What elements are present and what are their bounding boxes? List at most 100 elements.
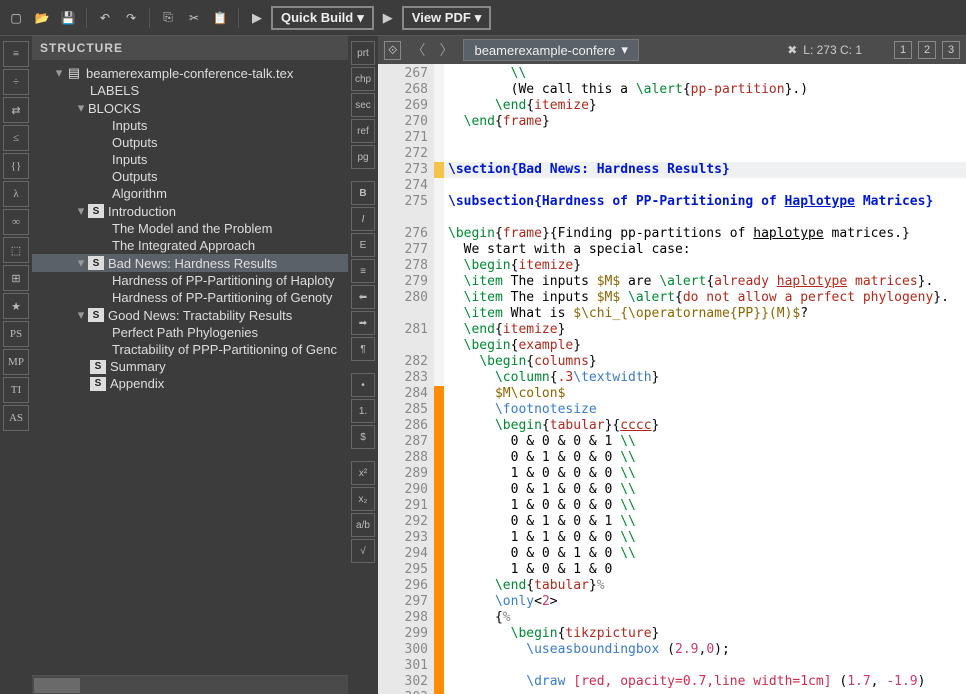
chevron-down-icon: ▾ <box>357 10 364 26</box>
chevron-down-icon: ▾ <box>621 42 628 58</box>
tool-button[interactable]: x² <box>351 461 375 485</box>
symbol-button[interactable]: ∞ <box>3 209 29 235</box>
tree-block-item[interactable]: Inputs <box>32 151 348 168</box>
symbol-button[interactable]: ÷ <box>3 69 29 95</box>
separator <box>238 8 239 28</box>
tool-button[interactable]: ➡ <box>351 311 375 335</box>
collapse-icon[interactable]: ▾ <box>74 255 88 271</box>
build-label: Quick Build <box>281 10 353 25</box>
nav-back-icon[interactable]: 〈 <box>407 40 429 60</box>
tool-button[interactable]: ref <box>351 119 375 143</box>
tool-button[interactable]: a/b <box>351 513 375 537</box>
tool-button[interactable]: ≡ <box>351 259 375 283</box>
tool-button[interactable]: pg <box>351 145 375 169</box>
tree-section[interactable]: SAppendix <box>32 375 348 392</box>
symbol-button[interactable]: ⊞ <box>3 265 29 291</box>
symbol-button[interactable]: AS <box>3 405 29 431</box>
undo-icon[interactable]: ↶ <box>93 6 117 30</box>
tool-button[interactable]: $ <box>351 425 375 449</box>
tree-label: beamerexample-conference-talk.tex <box>86 66 293 81</box>
tool-button[interactable]: E <box>351 233 375 257</box>
tree-section[interactable]: ▾SBad News: Hardness Results <box>32 254 348 272</box>
nav-forward-icon[interactable]: 〉 <box>435 40 457 60</box>
tool-button[interactable]: chp <box>351 67 375 91</box>
code-editor[interactable]: 2672682692702712722732742752762772782792… <box>378 64 966 694</box>
chevron-down-icon: ▾ <box>475 10 482 26</box>
tree-root[interactable]: ▾▤beamerexample-conference-talk.tex <box>32 64 348 82</box>
view-label: View PDF <box>412 10 471 25</box>
tree-blocks[interactable]: ▾BLOCKS <box>32 99 348 117</box>
collapse-icon[interactable]: ▾ <box>74 307 88 323</box>
tool-button[interactable]: x₂ <box>351 487 375 511</box>
symbol-button[interactable]: λ <box>3 181 29 207</box>
view-2-button[interactable]: 2 <box>918 41 936 59</box>
tree-section[interactable]: ▾SGood News: Tractability Results <box>32 306 348 324</box>
tree-block-item[interactable]: Inputs <box>32 117 348 134</box>
symbol-button[interactable]: ≡ <box>3 41 29 67</box>
editor-header: ⟐ 〈 〉 beamerexample-confere▾ ✖ L: 273 C:… <box>378 36 966 64</box>
tree-subsection[interactable]: Hardness of PP-Partitioning of Haploty <box>32 272 348 289</box>
change-marks-gutter <box>434 64 444 694</box>
scrollbar-thumb[interactable] <box>34 678 80 693</box>
tree-subsection[interactable]: Hardness of PP-Partitioning of Genoty <box>32 289 348 306</box>
collapse-icon[interactable]: ▾ <box>74 203 88 219</box>
symbol-button[interactable]: PS <box>3 321 29 347</box>
section-icon: S <box>90 377 106 391</box>
redo-icon[interactable]: ↷ <box>119 6 143 30</box>
open-file-icon[interactable]: 📂 <box>30 6 54 30</box>
tool-button[interactable]: I <box>351 207 375 231</box>
symbol-button[interactable]: MP <box>3 349 29 375</box>
new-file-icon[interactable]: ▢ <box>4 6 28 30</box>
tree-subsection[interactable]: The Model and the Problem <box>32 220 348 237</box>
symbol-button[interactable]: {} <box>3 153 29 179</box>
view-play-icon[interactable]: ▶ <box>376 6 400 30</box>
tree-section[interactable]: SSummary <box>32 358 348 375</box>
tree-block-item[interactable]: Outputs <box>32 168 348 185</box>
collapse-icon[interactable]: ▾ <box>74 100 88 116</box>
build-play-icon[interactable]: ▶ <box>245 6 269 30</box>
cut-icon[interactable]: ✂ <box>182 6 206 30</box>
tool-button[interactable]: √ <box>351 539 375 563</box>
symbol-button[interactable]: TI <box>3 377 29 403</box>
view-3-button[interactable]: 3 <box>942 41 960 59</box>
tree-block-item[interactable]: Algorithm <box>32 185 348 202</box>
tool-button[interactable]: 1. <box>351 399 375 423</box>
fold-gutter[interactable] <box>378 64 392 694</box>
tool-button[interactable]: • <box>351 373 375 397</box>
left-symbol-panel: ≡ ÷ ⇄ ≤ {} λ ∞ ⬚ ⊞ ★ PS MP TI AS <box>0 36 32 694</box>
view-combo[interactable]: View PDF ▾ <box>402 6 492 30</box>
tree-block-item[interactable]: Outputs <box>32 134 348 151</box>
tool-button[interactable]: ⬅ <box>351 285 375 309</box>
copy-icon[interactable]: ⎘ <box>156 6 180 30</box>
line-number-gutter: 2672682692702712722732742752762772782792… <box>392 64 434 694</box>
file-selector[interactable]: beamerexample-confere▾ <box>463 39 638 61</box>
tree-subsection[interactable]: Perfect Path Phylogenies <box>32 324 348 341</box>
symbol-button[interactable]: ≤ <box>3 125 29 151</box>
tool-button[interactable]: ¶ <box>351 337 375 361</box>
sync-icon[interactable]: ⟐ <box>384 41 401 60</box>
tool-button[interactable]: prt <box>351 41 375 65</box>
section-icon: S <box>88 256 104 270</box>
save-icon[interactable]: 💾 <box>56 6 80 30</box>
close-icon[interactable]: ✖ <box>787 43 797 57</box>
separator <box>86 8 87 28</box>
mid-tools-panel: prt chp sec ref pg B I E ≡ ⬅ ➡ ¶ • 1. $ … <box>348 36 378 694</box>
tool-button[interactable]: B <box>351 181 375 205</box>
tree-subsection[interactable]: Tractability of PPP-Partitioning of Genc <box>32 341 348 358</box>
tool-button[interactable]: sec <box>351 93 375 117</box>
tree-labels[interactable]: LABELS <box>32 82 348 99</box>
paste-icon[interactable]: 📋 <box>208 6 232 30</box>
tree-section[interactable]: ▾SIntroduction <box>32 202 348 220</box>
collapse-icon[interactable]: ▾ <box>52 65 66 81</box>
symbol-button[interactable]: ★ <box>3 293 29 319</box>
tree-subsection[interactable]: The Integrated Approach <box>32 237 348 254</box>
build-combo[interactable]: Quick Build ▾ <box>271 6 374 30</box>
section-icon: S <box>88 308 104 322</box>
code-content[interactable]: \\ (We call this a \alert{pp-partition}.… <box>444 64 966 694</box>
symbol-button[interactable]: ⇄ <box>3 97 29 123</box>
symbol-button[interactable]: ⬚ <box>3 237 29 263</box>
view-1-button[interactable]: 1 <box>894 41 912 59</box>
horizontal-scrollbar[interactable] <box>32 675 348 694</box>
section-icon: S <box>88 204 104 218</box>
structure-title: STRUCTURE <box>32 36 348 60</box>
